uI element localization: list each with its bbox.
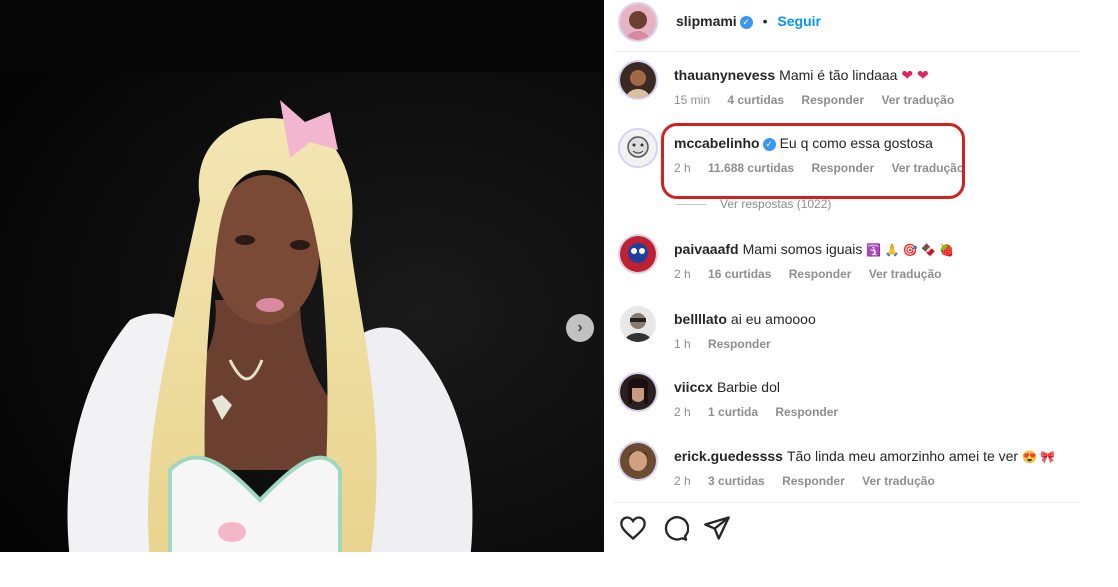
translate-button[interactable]: Ver tradução: [862, 474, 935, 488]
comment-text: Mami somos iguais: [742, 241, 863, 257]
commenter-avatar[interactable]: [618, 234, 658, 274]
header-divider: [614, 51, 1080, 52]
comment-likes[interactable]: 3 curtidas: [708, 474, 765, 488]
reply-button[interactable]: Responder: [811, 161, 874, 175]
commenter-avatar[interactable]: [618, 304, 658, 344]
comment-likes[interactable]: 16 curtidas: [708, 267, 771, 281]
comment-item: mccabelinho ✓ Eu q como essa gostosa 2 h 1…: [618, 128, 1098, 178]
verified-badge-icon: ✓: [739, 16, 753, 29]
replies-line: [676, 204, 706, 206]
comment-item: bellllato ai eu amoooo 1 h Responder: [618, 304, 1098, 354]
commenter-username[interactable]: mccabelinho: [674, 135, 760, 151]
view-replies-link[interactable]: Ver respostas (1022): [676, 197, 831, 211]
reply-button[interactable]: Responder: [782, 474, 845, 488]
commenter-avatar[interactable]: [618, 128, 658, 168]
emoji-group: 😍 🎀: [1021, 450, 1056, 464]
follow-button[interactable]: Seguir: [777, 13, 821, 29]
next-photo-button[interactable]: ›: [566, 314, 594, 342]
comment-time: 15 min: [674, 93, 711, 107]
heart-icon[interactable]: [619, 514, 647, 542]
commenter-username[interactable]: paivaaafd: [674, 241, 739, 257]
comment-time: 1 h: [674, 337, 691, 351]
actions-divider: [614, 502, 1080, 503]
commenter-avatar[interactable]: [618, 372, 658, 412]
reply-button[interactable]: Responder: [775, 405, 838, 419]
reply-button[interactable]: Responder: [789, 267, 852, 281]
comment-time: 2 h: [674, 267, 691, 281]
bottom-blank-strip: [0, 552, 1118, 587]
comment-time: 2 h: [674, 474, 691, 488]
author-username[interactable]: slipmami: [676, 13, 737, 29]
translate-button[interactable]: Ver tradução: [869, 267, 942, 281]
comment-likes[interactable]: 11.688 curtidas: [708, 161, 794, 175]
post-photo: [0, 72, 604, 552]
chevron-right-icon: ›: [577, 319, 583, 336]
comment-text: Barbie dol: [716, 379, 780, 395]
commenter-avatar[interactable]: [618, 60, 658, 100]
emoji-group: 🛐 🙏 🎯 🍫 🍓: [866, 243, 955, 257]
comment-item: viiccx Barbie dol 2 h 1 curtida Responder: [618, 372, 1098, 422]
comment-time: 2 h: [674, 161, 691, 175]
comment-time: 2 h: [674, 405, 691, 419]
separator-dot: •: [762, 13, 768, 29]
comment-item: erick.guedessss Tão linda meu amorzinho a…: [618, 441, 1098, 491]
comment-text: Eu q como essa gostosa: [779, 135, 933, 151]
view-replies-text: Ver respostas (1022): [720, 197, 832, 211]
comment-text: Mami é tão lindaaa: [779, 67, 898, 83]
post-header: slipmami ✓ • Seguir: [618, 2, 1098, 42]
comment-likes[interactable]: 4 curtidas: [727, 93, 784, 107]
verified-badge-icon: ✓: [762, 138, 776, 151]
comment-icon[interactable]: [661, 514, 689, 542]
commenter-username[interactable]: erick.guedessss: [674, 448, 783, 464]
translate-button[interactable]: Ver tradução: [891, 161, 964, 175]
comment-likes[interactable]: 1 curtida: [708, 405, 758, 419]
comment-text: Tão linda meu amorzinho amei te ver: [786, 448, 1019, 464]
share-icon[interactable]: [703, 514, 731, 542]
post-media[interactable]: ›: [0, 0, 604, 552]
commenter-username[interactable]: bellllato: [674, 311, 727, 327]
commenter-avatar[interactable]: [618, 441, 658, 481]
comment-text: ai eu amoooo: [730, 311, 816, 327]
commenter-username[interactable]: viiccx: [674, 379, 713, 395]
reply-button[interactable]: Responder: [801, 93, 864, 107]
commenter-username[interactable]: thauanynevess: [674, 67, 775, 83]
heart-emoji: ❤ ❤: [901, 67, 929, 83]
comment-item: paivaaafd Mami somos iguais 🛐 🙏 🎯 🍫 🍓 2 h…: [618, 234, 1098, 284]
translate-button[interactable]: Ver tradução: [881, 93, 954, 107]
reply-button[interactable]: Responder: [708, 337, 771, 351]
comment-item: thauanynevess Mami é tão lindaaa ❤ ❤ 15 m…: [618, 60, 1098, 110]
author-avatar[interactable]: [618, 2, 658, 42]
